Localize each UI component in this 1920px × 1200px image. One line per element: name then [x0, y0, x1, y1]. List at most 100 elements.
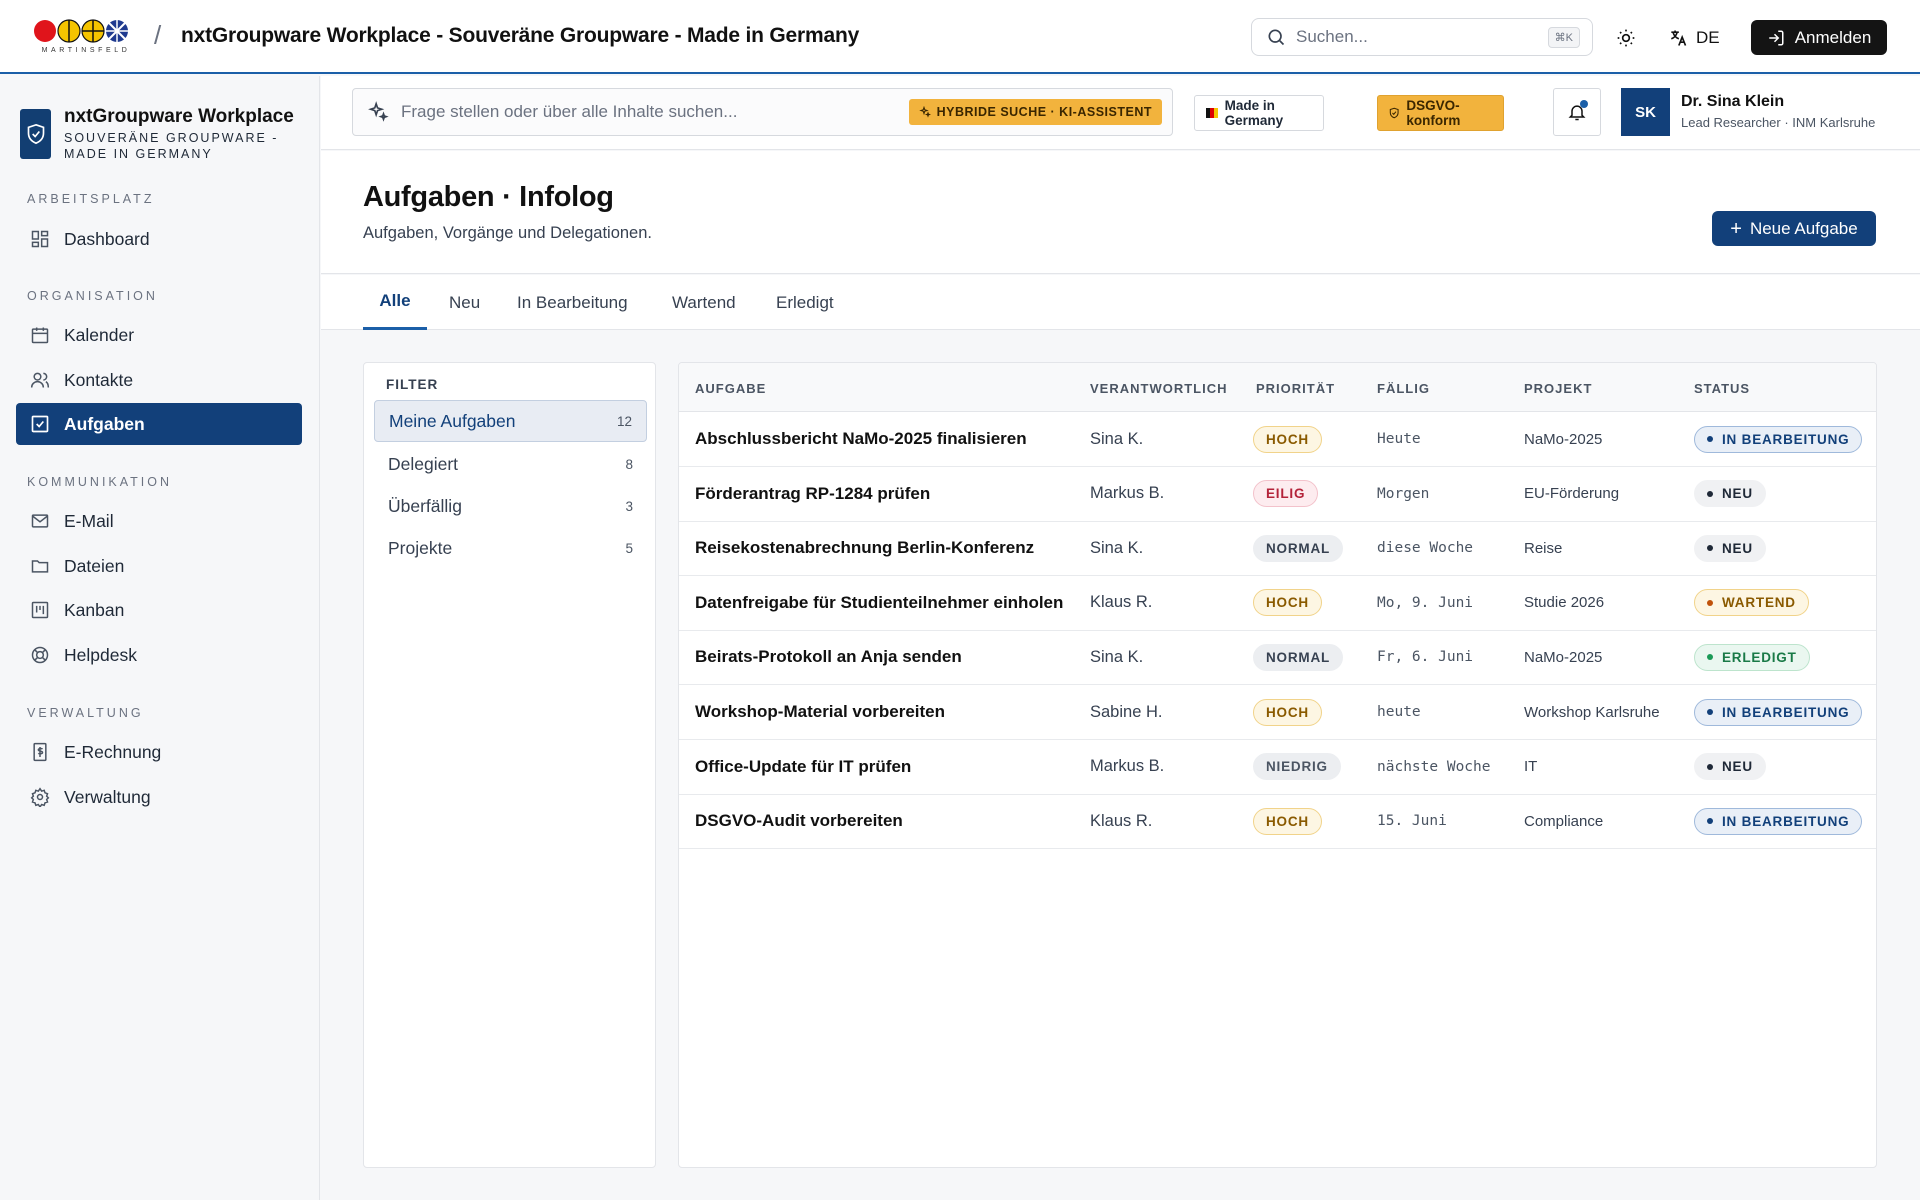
tab-in-bearbeitung[interactable]: In Bearbeitung	[517, 275, 628, 330]
theme-toggle-button[interactable]	[1610, 22, 1642, 54]
app-title: nxtGroupware Workplace - Souveräne Group…	[181, 24, 860, 47]
task-project: Compliance	[1524, 812, 1604, 830]
task-owner: Markus B.	[1090, 484, 1165, 503]
column-header-status[interactable]: STATUS	[1694, 381, 1750, 396]
helpdesk-icon	[31, 646, 49, 664]
table-row[interactable]: Reisekostenabrechnung Berlin-Konferenz Si…	[679, 521, 1876, 577]
priority-cell: HOCH	[1253, 576, 1322, 630]
task-due: Fr, 6. Juni	[1377, 649, 1474, 666]
tab-neu[interactable]: Neu	[449, 275, 480, 330]
status-badge: NEU	[1694, 534, 1766, 562]
ai-assistant-badge[interactable]: HYBRIDE SUCHE · KI-ASSISTENT	[908, 99, 1162, 125]
table-row[interactable]: Beirats-Protokoll an Anja senden Sina K. N…	[679, 630, 1876, 686]
sidebar-item-dashboard[interactable]: Dashboard	[16, 218, 302, 260]
ai-search-input[interactable]: Frage stellen oder über alle Inhalte suc…	[352, 88, 1173, 136]
table-row[interactable]: Datenfreigabe für Studienteilnehmer einh…	[679, 576, 1876, 631]
priority-badge: NORMAL	[1253, 534, 1344, 562]
sidebar-item-kalender[interactable]: Kalender	[16, 314, 302, 356]
table-row[interactable]: Förderantrag RP-1284 prüfen Markus B. EILI…	[679, 467, 1876, 522]
filter-item-ueberfaellig[interactable]: Überfällig 3	[374, 485, 647, 527]
priority-badge: NIEDRIG	[1253, 753, 1341, 781]
dashboard-icon	[31, 230, 49, 248]
sidebar-item-dateien[interactable]: Dateien	[16, 545, 302, 587]
language-switch-button[interactable]: DE	[1668, 22, 1720, 54]
filter-item-count: 3	[625, 498, 633, 514]
filter-item-meine-aufgaben[interactable]: Meine Aufgaben 12	[374, 400, 647, 442]
filter-item-count: 5	[625, 540, 633, 556]
avatar[interactable]: SK	[1621, 88, 1670, 136]
login-label: Anmelden	[1794, 27, 1872, 47]
tasks-table: AUFGABE VERANTWORTLICH PRIORITÄT FÄLLIG …	[678, 362, 1877, 1168]
tab-wartend[interactable]: Wartend	[672, 275, 736, 330]
calendar-icon	[31, 327, 49, 344]
filter-item-delegiert[interactable]: Delegiert 8	[374, 443, 647, 485]
status-badge: NEU	[1694, 753, 1766, 781]
section-label-organisation: ORGANISATION	[27, 289, 158, 303]
column-header-aufgabe[interactable]: AUFGABE	[695, 381, 766, 396]
user-name[interactable]: Dr. Sina Klein	[1681, 93, 1784, 111]
sidebar-item-e-rechnung[interactable]: E-Rechnung	[16, 731, 302, 773]
sidebar-item-kontakte[interactable]: Kontakte	[16, 359, 302, 401]
martinsfeld-logo[interactable]: MARTINSFELD	[33, 19, 139, 55]
table-row[interactable]: Abschlussbericht NaMo-2025 finalisieren S…	[679, 412, 1876, 467]
task-due: nächste Woche	[1377, 758, 1491, 775]
search-shortcut-badge: ⌘K	[1547, 26, 1580, 48]
task-owner: Markus B.	[1090, 757, 1165, 776]
task-title[interactable]: Office-Update für IT prüfen	[695, 740, 911, 794]
login-button[interactable]: Anmelden	[1751, 20, 1887, 55]
tab-erledigt[interactable]: Erledigt	[776, 275, 834, 330]
status-dot-icon	[1707, 654, 1713, 661]
notification-dot	[1580, 100, 1588, 108]
status-badge: WARTEND	[1694, 589, 1809, 617]
new-task-button[interactable]: + Neue Aufgabe	[1712, 211, 1876, 246]
filter-item-count: 12	[616, 413, 632, 429]
column-header-projekt[interactable]: PROJEKT	[1524, 381, 1592, 396]
sidebar-item-email[interactable]: E-Mail	[16, 500, 302, 542]
status-badge: IN BEARBEITUNG	[1694, 425, 1863, 453]
task-owner: Sina K.	[1090, 429, 1144, 448]
priority-cell: HOCH	[1253, 412, 1322, 466]
task-title[interactable]: Datenfreigabe für Studienteilnehmer einh…	[695, 576, 1063, 630]
plus-icon: +	[1730, 217, 1742, 240]
priority-cell: NORMAL	[1253, 521, 1344, 575]
sparkles-icon	[918, 106, 931, 118]
task-title[interactable]: Reisekostenabrechnung Berlin-Konferenz	[695, 521, 1034, 575]
filter-item-projekte[interactable]: Projekte 5	[374, 527, 647, 569]
sidebar-item-verwaltung[interactable]: Verwaltung	[16, 776, 302, 818]
task-title[interactable]: Abschlussbericht NaMo-2025 finalisieren	[695, 412, 1027, 466]
filter-panel: FILTER Meine Aufgaben 12 Delegiert 8 Übe…	[363, 362, 656, 1168]
brand-name[interactable]: nxtGroupware Workplace	[64, 106, 294, 128]
priority-cell: EILIG	[1253, 467, 1319, 521]
sidebar-item-label: E-Mail	[64, 510, 114, 531]
table-row[interactable]: Office-Update für IT prüfen Markus B. NIED…	[679, 740, 1876, 795]
column-header-faellig[interactable]: FÄLLIG	[1377, 381, 1430, 396]
column-header-prioritaet[interactable]: PRIORITÄT	[1256, 381, 1335, 396]
table-row[interactable]: DSGVO-Audit vorbereiten Klaus R. HOCH 15. J…	[679, 794, 1876, 850]
sidebar-item-kanban[interactable]: Kanban	[16, 589, 302, 631]
table-row[interactable]: Workshop-Material vorbereiten Sabine H. HO…	[679, 685, 1876, 740]
shield-icon	[1389, 107, 1399, 119]
task-title[interactable]: Förderantrag RP-1284 prüfen	[695, 467, 930, 521]
status-label: IN BEARBEITUNG	[1722, 813, 1850, 829]
sidebar-item-label: Kontakte	[64, 369, 134, 390]
task-title[interactable]: Beirats-Protokoll an Anja senden	[695, 630, 962, 684]
status-dot-icon	[1707, 545, 1713, 552]
mail-icon	[31, 514, 49, 528]
task-title[interactable]: Workshop-Material vorbereiten	[695, 685, 945, 739]
status-cell: ERLEDIGT	[1694, 630, 1810, 684]
dsgvo-label: DSGVO-konform	[1406, 98, 1461, 128]
tab-alle[interactable]: Alle	[363, 275, 427, 330]
sidebar-item-helpdesk[interactable]: Helpdesk	[16, 634, 302, 676]
status-label: IN BEARBEITUNG	[1722, 704, 1850, 720]
status-label: IN BEARBEITUNG	[1722, 431, 1850, 447]
column-header-verantwortlich[interactable]: VERANTWORTLICH	[1090, 381, 1228, 396]
global-search-input[interactable]: Suchen... ⌘K	[1251, 18, 1593, 56]
sidebar-item-aufgaben[interactable]: Aufgaben	[16, 403, 302, 445]
filter-item-label: Überfällig	[388, 495, 462, 516]
task-owner: Sina K.	[1090, 538, 1144, 557]
sidebar: nxtGroupware Workplace SOUVERÄNE GROUPWA…	[0, 76, 320, 1200]
notifications-button[interactable]	[1553, 88, 1601, 136]
status-cell: NEU	[1694, 467, 1766, 521]
task-title[interactable]: DSGVO-Audit vorbereiten	[695, 794, 903, 848]
filter-item-label: Delegiert	[388, 453, 459, 474]
